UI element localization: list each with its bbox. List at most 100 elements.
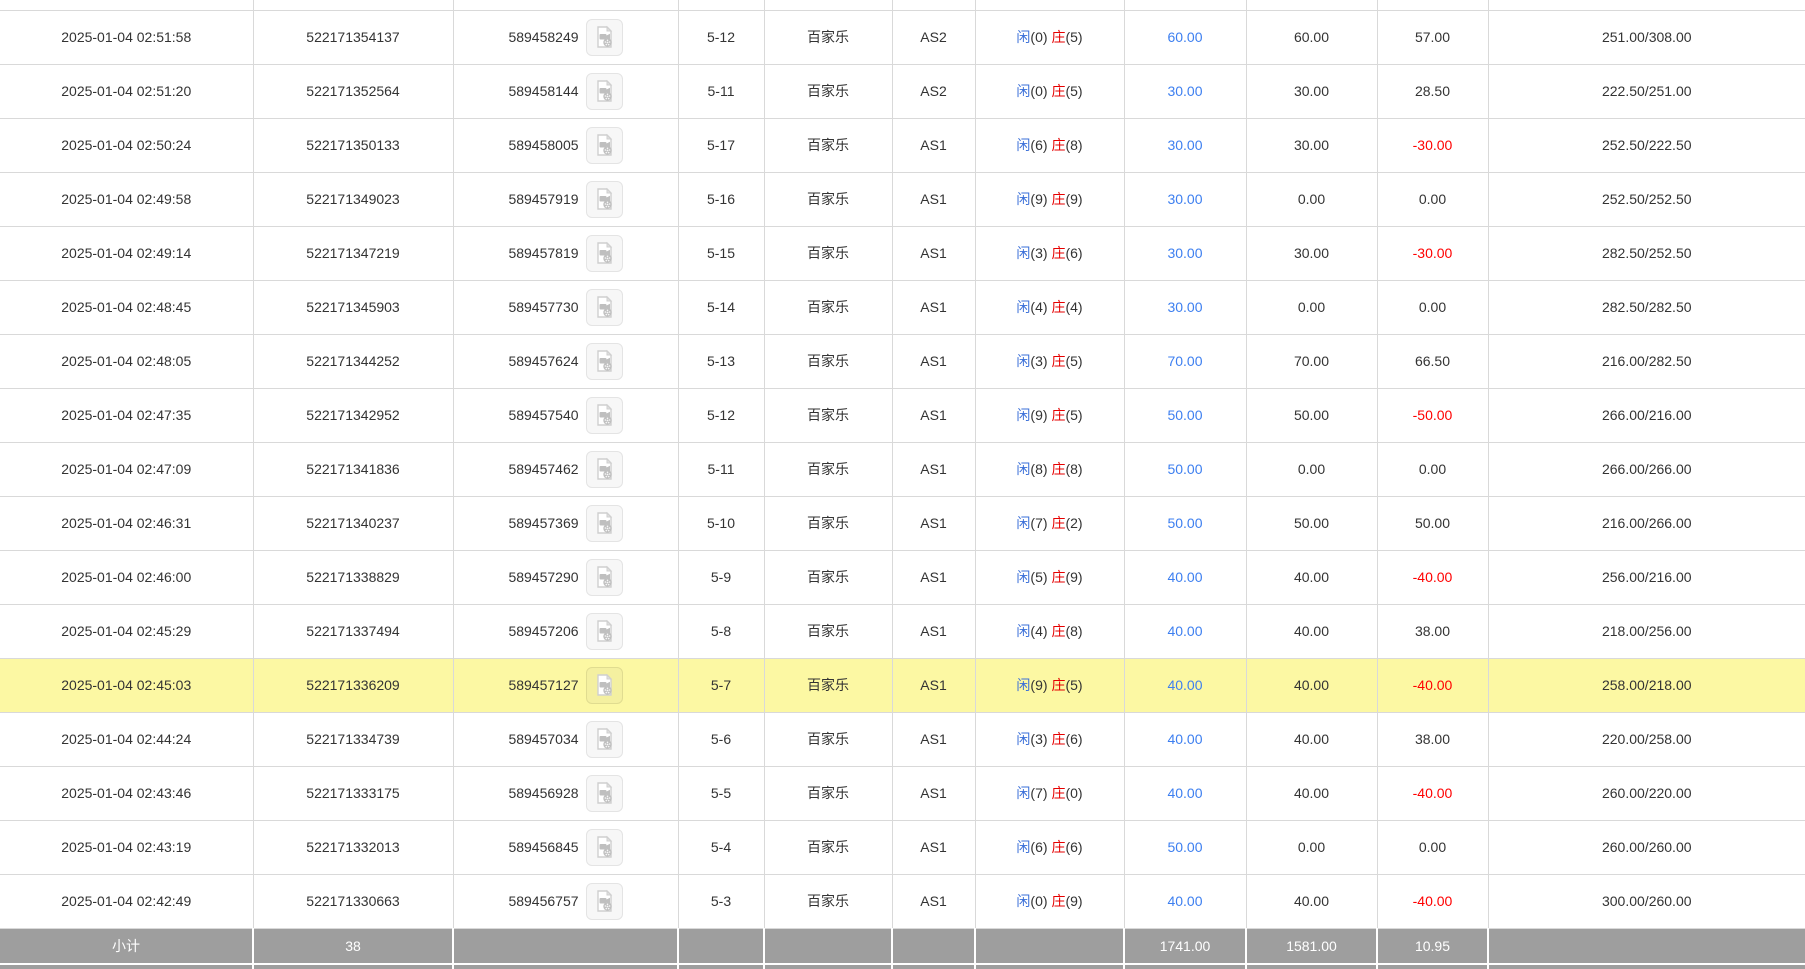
table-row[interactable]: 2025-01-04 02:44:24 522171334739 5894570… [0,712,1805,766]
cell-valid-amount: 30.00 [1246,64,1377,118]
table-row[interactable]: 2025-01-04 02:47:35 522171342952 5894575… [0,388,1805,442]
cell-balance: 282.50/282.50 [1488,280,1805,334]
table-row[interactable]: 2025-01-04 02:42:49 522171330663 5894567… [0,874,1805,928]
bet-amount-link[interactable]: 30.00 [1167,245,1202,261]
video-replay-button[interactable] [586,613,623,650]
video-replay-button[interactable] [586,289,623,326]
video-replay-button[interactable] [586,667,623,704]
banker-label: 庄 [1051,299,1065,315]
banker-label: 庄 [1051,515,1065,531]
player-points: (9) [1030,191,1047,207]
table-row[interactable]: 2025-01-04 02:49:14 522171347219 5894578… [0,226,1805,280]
video-replay-button[interactable] [586,559,623,596]
cell-bet-id: 522171332013 [253,820,453,874]
bet-amount-link[interactable]: 40.00 [1167,569,1202,585]
cell-round-number: 5-12 [678,388,764,442]
bet-amount-link[interactable]: 70.00 [1167,353,1202,369]
cell-balance: 251.00/308.00 [1488,10,1805,64]
video-replay-button[interactable] [586,721,623,758]
player-label: 闲 [1016,353,1030,369]
table-row[interactable]: 2025-01-04 02:46:31 522171340237 5894573… [0,496,1805,550]
video-replay-button[interactable] [586,505,623,542]
cell-round-number: 5-15 [678,226,764,280]
cell-game-result: 闲(3) 庄(6) [975,712,1124,766]
video-replay-button[interactable] [586,181,623,218]
table-row[interactable]: 2025-01-04 02:43:19 522171332013 5894568… [0,820,1805,874]
table-row[interactable]: 2025-01-04 02:51:20 522171352564 5894581… [0,64,1805,118]
round-id-text: 589458005 [508,137,578,153]
cell-win-loss: 0.00 [1377,280,1488,334]
cell-win-loss: 0.00 [1377,442,1488,496]
cell-round-number: 5-8 [678,604,764,658]
banker-points: (8) [1065,137,1082,153]
video-replay-icon [592,187,616,211]
cell-round-number: 5-16 [678,172,764,226]
table-row[interactable]: 2025-01-04 02:50:24 522171350133 5894580… [0,118,1805,172]
cell-balance: 218.00/256.00 [1488,604,1805,658]
bet-amount-link[interactable]: 30.00 [1167,137,1202,153]
video-replay-icon [592,619,616,643]
table-row[interactable]: 2025-01-04 02:51:58 522171354137 5894582… [0,10,1805,64]
bet-amount-link[interactable]: 50.00 [1167,515,1202,531]
cell-balance: 300.00/260.00 [1488,874,1805,928]
cell-game-result: 闲(9) 庄(5) [975,388,1124,442]
bet-amount-link[interactable]: 40.00 [1167,731,1202,747]
player-points: (4) [1030,299,1047,315]
table-row[interactable]: 2025-01-04 02:46:00 522171338829 5894572… [0,550,1805,604]
round-id-text: 589457919 [508,191,578,207]
cell-valid-amount: 40.00 [1246,550,1377,604]
video-replay-button[interactable] [586,343,623,380]
cell-game-name: 百家乐 [764,550,892,604]
player-points: (6) [1030,839,1047,855]
cell-round-number: 5-11 [678,442,764,496]
video-replay-button[interactable] [586,19,623,56]
video-replay-button[interactable] [586,451,623,488]
cell-bet-amount: 40.00 [1124,874,1246,928]
video-replay-button[interactable] [586,127,623,164]
bet-amount-link[interactable]: 50.00 [1167,407,1202,423]
cell-bet-time: 2025-01-04 02:51:20 [0,64,253,118]
cell-bet-time: 2025-01-04 02:43:19 [0,820,253,874]
table-row[interactable]: 2025-01-04 02:45:03 522171336209 5894571… [0,658,1805,712]
bet-amount-link[interactable]: 40.00 [1167,893,1202,909]
banker-label: 庄 [1051,677,1065,693]
bet-amount-link[interactable]: 50.00 [1167,839,1202,855]
video-replay-button[interactable] [586,883,623,920]
table-row[interactable]: 2025-01-04 02:47:09 522171341836 5894574… [0,442,1805,496]
cell-game-name: 百家乐 [764,712,892,766]
subtotal-winloss-total: 10.95 [1377,928,1488,964]
video-replay-button[interactable] [586,775,623,812]
bet-amount-link[interactable]: 40.00 [1167,785,1202,801]
table-row[interactable]: 2025-01-04 02:45:29 522171337494 5894572… [0,604,1805,658]
bet-amount-link[interactable]: 40.00 [1167,623,1202,639]
cell-table-name: AS1 [892,334,975,388]
cell-valid-amount: 0.00 [1246,442,1377,496]
video-replay-button[interactable] [586,235,623,272]
bet-amount-link[interactable]: 50.00 [1167,461,1202,477]
table-row[interactable]: 2025-01-04 02:49:58 522171349023 5894579… [0,172,1805,226]
cell-table-name: AS2 [892,64,975,118]
banker-label: 庄 [1051,839,1065,855]
video-replay-icon [592,781,616,805]
banker-points: (6) [1065,839,1082,855]
player-label: 闲 [1016,569,1030,585]
table-row[interactable]: 2025-01-04 02:43:46 522171333175 5894569… [0,766,1805,820]
bet-amount-link[interactable]: 30.00 [1167,191,1202,207]
banker-label: 庄 [1051,191,1065,207]
cell-bet-time: 2025-01-04 02:48:05 [0,334,253,388]
table-row[interactable]: 2025-01-04 02:48:45 522171345903 5894577… [0,280,1805,334]
bet-amount-link[interactable]: 30.00 [1167,83,1202,99]
banker-label: 庄 [1051,731,1065,747]
cell-game-name: 百家乐 [764,172,892,226]
cell-game-result: 闲(3) 庄(5) [975,334,1124,388]
cell-round-id: 589457290 [453,550,678,604]
bet-amount-link[interactable]: 40.00 [1167,677,1202,693]
cell-round-id: 589458005 [453,118,678,172]
table-row[interactable]: 2025-01-04 02:48:05 522171344252 5894576… [0,334,1805,388]
bet-amount-link[interactable]: 60.00 [1167,29,1202,45]
bet-amount-link[interactable]: 30.00 [1167,299,1202,315]
cell-valid-amount: 60.00 [1246,10,1377,64]
video-replay-button[interactable] [586,73,623,110]
video-replay-button[interactable] [586,829,623,866]
video-replay-button[interactable] [586,397,623,434]
